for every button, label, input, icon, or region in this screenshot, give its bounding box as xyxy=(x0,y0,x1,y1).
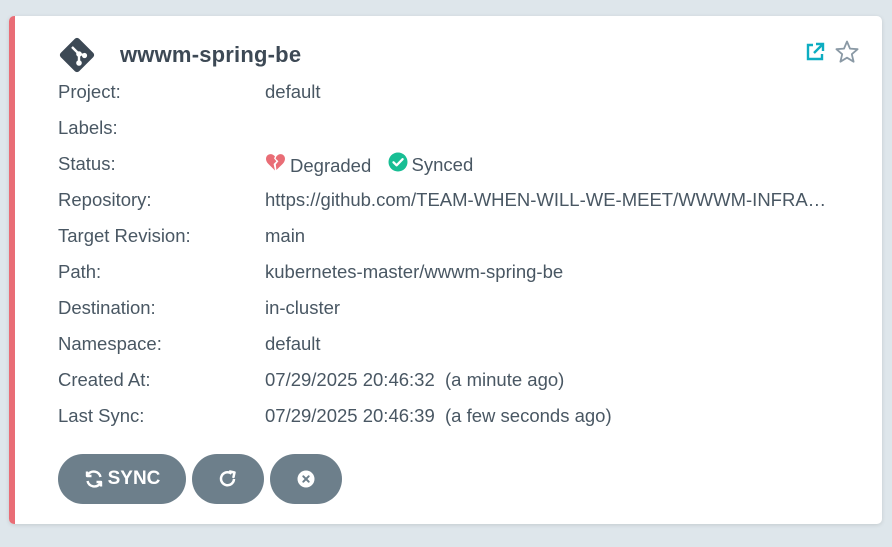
field-label: Destination: xyxy=(58,297,156,318)
delete-button[interactable] xyxy=(270,454,342,504)
field-repository: Repository: https://github.com/TEAM-WHEN… xyxy=(58,188,858,224)
app-details: Project: default Labels: Status: Degrade… xyxy=(58,80,858,440)
sync-icon xyxy=(84,469,104,489)
field-labels: Labels: xyxy=(58,116,858,152)
external-link-icon[interactable] xyxy=(804,41,826,63)
field-label: Last Sync: xyxy=(58,405,145,426)
field-label: Status: xyxy=(58,153,116,174)
health-status-text: Degraded xyxy=(290,154,372,176)
sync-status: Synced xyxy=(388,152,474,178)
sync-button[interactable]: SYNC xyxy=(58,454,186,504)
created-at-value: 07/29/2025 20:46:32 (a minute ago) xyxy=(265,369,565,390)
check-circle-icon xyxy=(388,152,412,178)
field-label: Path: xyxy=(58,261,102,282)
field-namespace: Namespace: default xyxy=(58,332,858,368)
project-value: default xyxy=(265,81,321,102)
application-card[interactable]: wwwm-spring-be Project: default Labels: … xyxy=(9,16,882,524)
app-title[interactable]: wwwm-spring-be xyxy=(120,42,301,68)
close-circle-icon xyxy=(296,469,316,489)
refresh-button[interactable] xyxy=(192,454,264,504)
refresh-icon xyxy=(218,469,238,489)
path-value: kubernetes-master/wwwm-spring-be xyxy=(265,261,564,282)
field-target-revision: Target Revision: main xyxy=(58,224,858,260)
sync-status-text: Synced xyxy=(411,154,474,175)
git-logo-icon xyxy=(58,36,96,74)
field-label: Repository: xyxy=(58,189,152,210)
field-label: Project: xyxy=(58,81,121,102)
last-sync-value: 07/29/2025 20:46:39 (a few seconds ago) xyxy=(265,405,612,426)
health-status-stripe xyxy=(9,16,15,524)
field-project: Project: default xyxy=(58,80,858,116)
field-destination: Destination: in-cluster xyxy=(58,296,858,332)
field-last-sync: Last Sync: 07/29/2025 20:46:39 (a few se… xyxy=(58,404,858,440)
target-revision-value: main xyxy=(265,225,306,246)
status-value: Degraded Synced xyxy=(265,152,473,178)
health-status: Degraded xyxy=(265,153,371,178)
broken-heart-icon xyxy=(265,153,290,178)
destination-value: in-cluster xyxy=(265,297,341,318)
repository-value: https://github.com/TEAM-WHEN-WILL-WE-MEE… xyxy=(265,189,827,210)
sync-button-label: SYNC xyxy=(107,468,161,489)
field-created-at: Created At: 07/29/2025 20:46:32 (a minut… xyxy=(58,368,858,404)
field-label: Target Revision: xyxy=(58,225,191,246)
field-label: Created At: xyxy=(58,369,151,390)
field-label: Labels: xyxy=(58,117,118,138)
card-header: wwwm-spring-be xyxy=(58,36,860,74)
field-path: Path: kubernetes-master/wwwm-spring-be xyxy=(58,260,858,296)
field-label: Namespace: xyxy=(58,333,162,354)
namespace-value: default xyxy=(265,333,321,354)
field-status: Status: Degraded Synced xyxy=(58,152,858,188)
star-icon[interactable] xyxy=(834,39,860,65)
